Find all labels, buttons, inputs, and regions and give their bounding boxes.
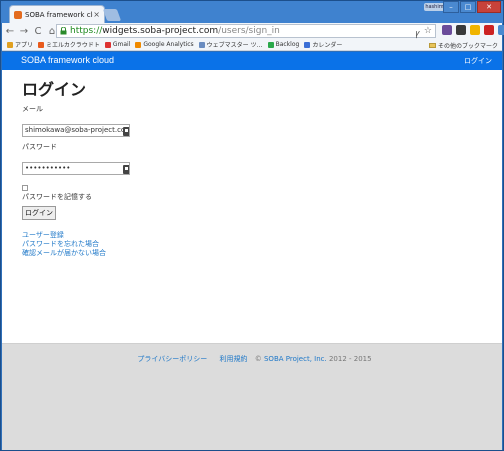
login-form: ログイン メール shimokawa@soba-project.com パスワー… [22,76,422,258]
forgot-password-link[interactable]: パスワードを忘れた場合 [22,240,422,249]
url-scheme: https:// [70,26,103,36]
bookmark-gmail[interactable]: Gmail [104,41,131,48]
bookmark-label: ウェブマスター ツ… [206,42,263,49]
bookmark-analytics[interactable]: Google Analytics [135,41,194,48]
site-brand[interactable]: SOBA framework cloud [21,55,114,65]
reload-icon[interactable]: C [32,25,44,37]
browser-tab[interactable]: SOBA framework cloud × [9,5,105,23]
key-icon[interactable]: ꝩ [415,26,420,39]
footer-line: プライバシーポリシー 利用規約 © SOBA Project, Inc. 201… [2,354,502,364]
url-host: widgets.soba-project.com [102,26,219,36]
other-bookmarks[interactable]: その他のブックマーク [428,41,498,50]
bookmark-label: Google Analytics [143,41,194,48]
favicon-icon [14,10,22,19]
bookmark-label: カレンダー [312,42,343,49]
tab-title: SOBA framework cloud [25,10,93,19]
privacy-link[interactable]: プライバシーポリシー [137,355,207,363]
extension-icon[interactable] [484,25,494,35]
extension-icon[interactable] [442,25,452,35]
forward-icon[interactable]: → [18,25,30,37]
calendar-icon [304,41,311,48]
bookmark-label: アプリ [15,42,34,49]
bookmark-label: Backlog [275,41,300,48]
password-manager-icon[interactable] [123,165,129,174]
analytics-icon [135,41,142,48]
remember-checkbox[interactable] [22,185,28,191]
apps-icon [7,41,13,48]
bookmark-icon [38,41,45,48]
page-title: ログイン [22,82,87,99]
bookmark-backlog[interactable]: Backlog [267,41,300,48]
extensions: ≡ [442,25,504,36]
extension-icon[interactable] [470,25,480,35]
title-bar: SOBA framework cloud × hashimo – □ ✕ [1,1,503,23]
address-bar[interactable]: https:// widgets.soba-project.com /users… [56,24,436,39]
site-navbar: SOBA framework cloud ログイン [2,52,502,70]
gmail-icon [104,41,111,48]
browser-window: SOBA framework cloud × hashimo – □ ✕ ← →… [0,0,504,451]
backlog-icon [267,41,274,48]
extension-icon[interactable] [498,25,504,35]
login-submit-button[interactable]: ログイン [22,206,56,220]
company-link[interactable]: SOBA Project, Inc. [264,355,327,363]
back-icon[interactable]: ← [4,25,16,37]
folder-icon [428,43,436,48]
remember-label: パスワードを記憶する [22,193,92,201]
bookmark-webmaster[interactable]: ウェブマスター ツ… [198,40,263,49]
signup-link[interactable]: ユーザー登録 [22,231,422,240]
window-controls: – □ ✕ [442,1,501,13]
browser-toolbar: ← → C ⌂ https:// widgets.soba-project.co… [2,23,504,39]
bookmark-mieruca[interactable]: ミエルカクラウドト [38,40,100,49]
bookmark-star-icon[interactable]: ☆ [424,26,432,39]
copyright-years: 2012 - 2015 [328,355,372,363]
nav-login-link[interactable]: ログイン [464,56,492,66]
password-field[interactable]: ••••••••••• [22,162,130,175]
email-field[interactable]: shimokawa@soba-project.com [22,124,130,137]
tab-close-icon[interactable]: × [93,10,100,19]
bookmark-apps[interactable]: アプリ [7,40,33,49]
extension-icon[interactable] [456,25,466,35]
web-page: SOBA framework cloud ログイン ログイン メール shimo… [2,52,502,450]
email-value: shimokawa@soba-project.com [25,126,130,134]
resend-confirmation-link[interactable]: 確認メールが届かない場合 [22,249,422,258]
bookmark-label: ミエルカクラウドト [46,42,100,49]
terms-link[interactable]: 利用規約 [220,355,248,363]
close-window-button[interactable]: ✕ [477,1,501,13]
password-label: パスワード [22,143,57,151]
url-path: /users/sign_in [218,26,280,36]
bookmarks-bar: アプリ ミエルカクラウドト Gmail Google Analytics ウェブ… [2,39,502,51]
other-bookmarks-label: その他のブックマーク [437,43,498,50]
gear-icon [198,41,205,48]
bookmark-calendar[interactable]: カレンダー [304,40,342,49]
copyright-symbol: © [254,355,262,363]
bookmark-label: Gmail [112,41,131,48]
maximize-button[interactable]: □ [460,1,476,13]
help-links: ユーザー登録 パスワードを忘れた場合 確認メールが届かない場合 [22,231,422,258]
site-footer: プライバシーポリシー 利用規約 © SOBA Project, Inc. 201… [2,343,502,450]
minimize-button[interactable]: – [443,1,459,13]
email-label: メール [22,105,43,113]
password-value: ••••••••••• [25,164,71,172]
lock-icon [60,27,68,35]
new-tab-button[interactable] [102,9,122,21]
password-manager-icon[interactable] [123,127,129,136]
